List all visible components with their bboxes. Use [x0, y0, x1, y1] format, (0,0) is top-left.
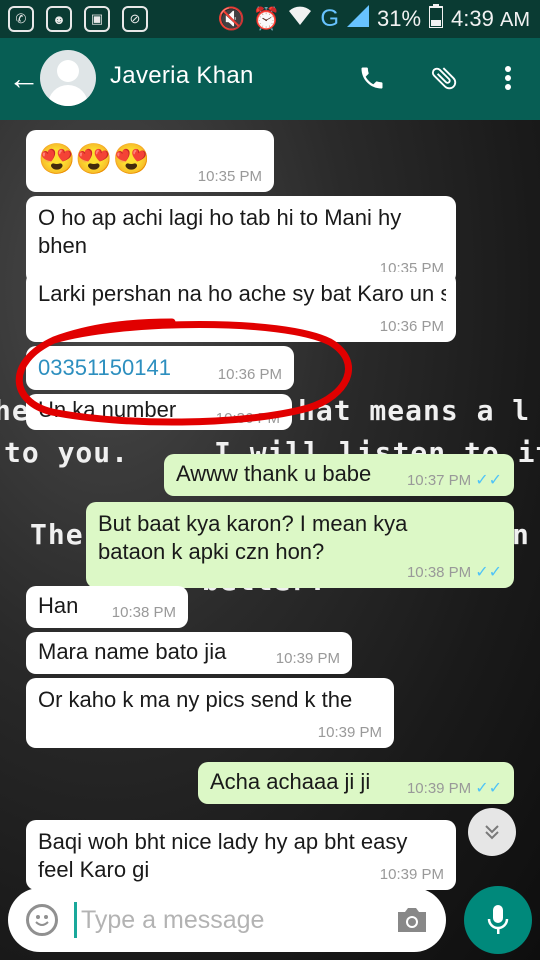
camera-icon[interactable]	[394, 904, 430, 936]
message-text: Or kaho k ma ny pics send k the	[38, 687, 353, 712]
back-arrow-icon[interactable]: ←	[8, 60, 40, 96]
scroll-down-icon[interactable]	[468, 808, 516, 856]
message-text: Awww thank u babe	[176, 461, 372, 486]
message-time: 10:36 PM	[379, 318, 444, 335]
emoji-icon[interactable]	[26, 904, 58, 936]
signal-icon	[347, 5, 369, 33]
mute-icon: 🔇	[217, 6, 245, 31]
wallpaper-text: The	[30, 518, 84, 551]
whatsapp-icon: ✆	[8, 6, 34, 32]
attach-icon[interactable]	[424, 58, 464, 98]
contact-name[interactable]: Javeria Khan	[110, 62, 254, 90]
image-icon: ▣	[84, 6, 110, 32]
message-bubble[interactable]: But baat kya karon? I mean kya bataon k …	[86, 502, 514, 588]
phone-icon[interactable]	[352, 58, 392, 98]
clock: 4:39 AM	[451, 6, 530, 31]
message-text: But baat kya karon? I mean kya bataon k …	[98, 511, 408, 564]
notification-icons: ✆ ☻ ▣ ⊘	[8, 6, 148, 32]
wallpaper-text: to you.	[4, 436, 130, 469]
read-ticks-icon: ✓✓	[475, 472, 502, 489]
message-text: 😍😍😍	[38, 143, 151, 176]
message-bubble[interactable]: 😍😍😍 10:35 PM	[26, 130, 274, 192]
battery-icon	[428, 4, 445, 34]
message-time: 10:38 PM	[111, 604, 176, 621]
message-bubble[interactable]: Or kaho k ma ny pics send k the 10:39 PM	[26, 678, 394, 748]
message-meta: 10:37 PM ✓✓	[406, 472, 502, 489]
mic-icon[interactable]	[464, 886, 532, 954]
message-time: 10:39 PM	[317, 724, 382, 741]
network-type: G	[320, 5, 339, 32]
message-meta: 10:39 PM ✓✓	[406, 780, 502, 797]
message-bubble[interactable]: Baqi woh bht nice lady hy ap bht easy fe…	[26, 820, 456, 890]
alarm-icon: ⏰	[252, 6, 281, 31]
battery-percent: 31%	[377, 6, 422, 31]
overflow-menu-icon[interactable]	[488, 58, 528, 98]
blocked-icon: ⊘	[122, 6, 148, 32]
message-text: O ho ap achi lagi ho tab hi to Mani hy b…	[38, 205, 402, 258]
message-composer	[8, 888, 446, 952]
chat-area[interactable]: he hat means a l to you. I will listen t…	[0, 120, 540, 960]
avatar[interactable]	[40, 50, 96, 106]
message-bubble[interactable]: Acha achaaa ji ji 10:39 PM ✓✓	[198, 762, 514, 804]
message-text: Mara name bato jia	[38, 639, 227, 664]
message-time: 10:39 PM	[275, 650, 340, 667]
wallpaper-text: n	[512, 518, 530, 551]
system-icons: 🔇 ⏰ G 31% 4:39 AM	[218, 4, 530, 34]
read-ticks-icon: ✓✓	[475, 564, 502, 581]
message-bubble[interactable]: Awww thank u babe 10:37 PM ✓✓	[164, 454, 514, 496]
message-meta: 10:38 PM ✓✓	[406, 564, 502, 581]
annotation-circle	[15, 318, 352, 426]
chat-header: ← Javeria Khan	[0, 38, 540, 120]
message-bubble[interactable]: O ho ap achi lagi ho tab hi to Mani hy b…	[26, 196, 456, 284]
message-input[interactable]	[74, 902, 364, 938]
message-text: Han	[38, 593, 79, 618]
message-time: 10:35 PM	[197, 168, 262, 185]
message-text: Acha achaaa ji ji	[210, 769, 371, 794]
game-icon: ☻	[46, 6, 72, 32]
message-time: 10:39 PM	[379, 866, 444, 883]
message-bubble[interactable]: Mara name bato jia 10:39 PM	[26, 632, 352, 674]
message-bubble[interactable]: Han 10:38 PM	[26, 586, 188, 628]
status-bar: ✆ ☻ ▣ ⊘ 🔇 ⏰ G 31% 4:39 AM	[0, 0, 540, 38]
read-ticks-icon: ✓✓	[475, 780, 502, 797]
wifi-icon	[288, 6, 312, 32]
